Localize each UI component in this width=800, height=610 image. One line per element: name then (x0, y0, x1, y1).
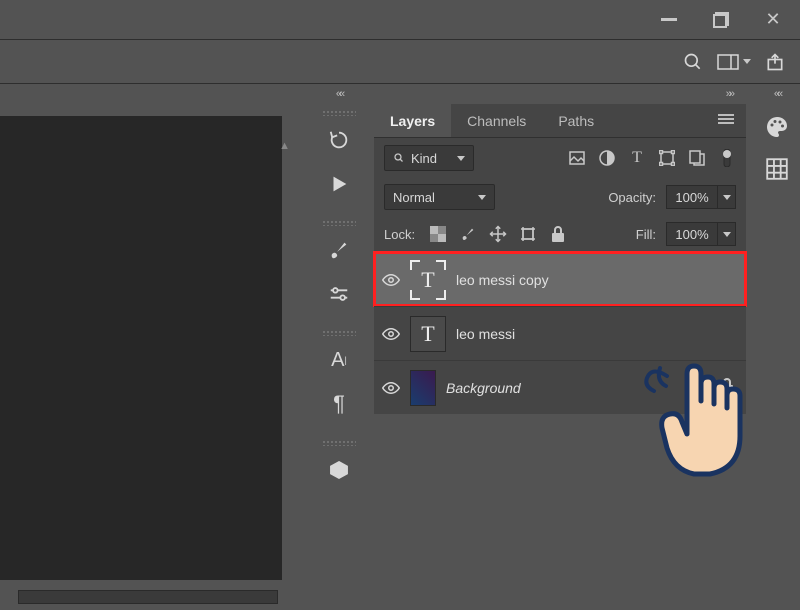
paragraph-panel-icon[interactable]: ¶ (316, 382, 362, 426)
layer-row[interactable]: T leo messi (374, 306, 746, 360)
filter-toggle-switch[interactable] (718, 149, 736, 167)
minimize-button[interactable] (660, 11, 678, 29)
lock-image-icon[interactable] (459, 225, 477, 243)
chevron-down-icon (478, 195, 486, 200)
color-panel-icon[interactable] (754, 106, 800, 148)
blend-opacity-row: Normal Opacity: 100% (374, 178, 746, 216)
collapsed-tool-strip: «« A| ¶ (316, 84, 362, 610)
type-icon: T (410, 260, 446, 300)
fill-field[interactable]: 100% (666, 222, 736, 246)
blend-mode-value: Normal (393, 190, 435, 205)
close-button[interactable]: ✕ (764, 11, 782, 29)
panel-grip[interactable] (322, 330, 356, 336)
vertical-scrollbar-up[interactable]: ▲ (279, 140, 290, 152)
layer-filter-row: Kind T (374, 138, 746, 178)
lock-icon (720, 378, 734, 397)
document-canvas-area: ▲ (0, 84, 292, 610)
panel-tabs: Layers Channels Paths (374, 104, 746, 138)
adjustments-tool[interactable] (316, 272, 362, 316)
filter-kind-label: Kind (411, 151, 437, 166)
collapse-chevrons-icon[interactable]: »» (362, 84, 746, 104)
filter-shape-icon[interactable] (658, 149, 676, 167)
visibility-toggle[interactable] (374, 328, 408, 340)
layer-row[interactable]: Background (374, 360, 746, 414)
layer-name[interactable]: leo messi (456, 326, 515, 342)
swatches-panel-icon[interactable] (754, 148, 800, 190)
filter-type-icon[interactable]: T (628, 149, 646, 167)
fill-label: Fill: (636, 227, 656, 242)
lock-label: Lock: (384, 227, 415, 242)
tab-paths[interactable]: Paths (542, 104, 610, 137)
tab-layers[interactable]: Layers (374, 104, 451, 137)
layers-panel: Layers Channels Paths Kind T (374, 104, 746, 414)
collapse-chevrons-icon[interactable]: «« (316, 84, 362, 106)
fill-value[interactable]: 100% (666, 222, 718, 246)
layer-thumbnail[interactable]: T (410, 316, 446, 352)
filter-smartobject-icon[interactable] (688, 149, 706, 167)
layer-name[interactable]: Background (446, 380, 521, 396)
layer-row[interactable]: T leo messi copy (374, 252, 746, 306)
filter-adjustment-icon[interactable] (598, 149, 616, 167)
lock-all-icon[interactable] (549, 225, 567, 243)
document-canvas[interactable] (0, 116, 282, 580)
type-icon: T (421, 321, 434, 347)
tab-channels[interactable]: Channels (451, 104, 542, 137)
opacity-value[interactable]: 100% (666, 185, 718, 209)
lock-fill-row: Lock: Fill: 100% (374, 216, 746, 252)
chevron-down-icon[interactable] (718, 185, 736, 209)
lock-position-icon[interactable] (489, 225, 507, 243)
layer-thumbnail[interactable] (410, 370, 436, 406)
visibility-toggle[interactable] (374, 382, 408, 394)
history-tool[interactable] (316, 118, 362, 162)
lock-transparency-icon[interactable] (429, 225, 447, 243)
panel-grip[interactable] (322, 440, 356, 446)
panel-grip[interactable] (322, 110, 356, 116)
filter-kind-dropdown[interactable]: Kind (384, 145, 474, 171)
filter-pixel-icon[interactable] (568, 149, 586, 167)
options-bar (0, 40, 800, 84)
play-action-tool[interactable] (316, 162, 362, 206)
collapse-chevrons-icon[interactable]: «« (754, 84, 800, 106)
3d-panel-icon[interactable] (316, 448, 362, 492)
right-collapsed-strip: «« (754, 84, 800, 610)
panel-grip[interactable] (322, 220, 356, 226)
lock-artboard-icon[interactable] (519, 225, 537, 243)
chevron-down-icon (457, 156, 465, 161)
layer-name[interactable]: leo messi copy (456, 272, 549, 288)
layer-thumbnail[interactable]: T (410, 262, 446, 298)
visibility-toggle[interactable] (374, 274, 408, 286)
character-panel-icon[interactable]: A| (316, 338, 362, 382)
opacity-label: Opacity: (608, 190, 656, 205)
search-icon[interactable] (683, 52, 703, 72)
restore-button[interactable] (712, 11, 730, 29)
chevron-down-icon (743, 59, 751, 64)
brush-tool[interactable] (316, 228, 362, 272)
opacity-field[interactable]: 100% (666, 185, 736, 209)
chevron-down-icon[interactable] (718, 222, 736, 246)
horizontal-scrollbar[interactable] (18, 590, 278, 604)
title-bar: ✕ (0, 0, 800, 40)
layer-list: T leo messi copy T leo messi Backgroun (374, 252, 746, 414)
panel-menu-icon[interactable] (718, 113, 734, 128)
share-icon[interactable] (765, 52, 785, 72)
workspace-switcher[interactable] (717, 54, 751, 70)
blend-mode-dropdown[interactable]: Normal (384, 184, 495, 210)
layers-panel-region: »» Layers Channels Paths Kind T (362, 84, 746, 610)
